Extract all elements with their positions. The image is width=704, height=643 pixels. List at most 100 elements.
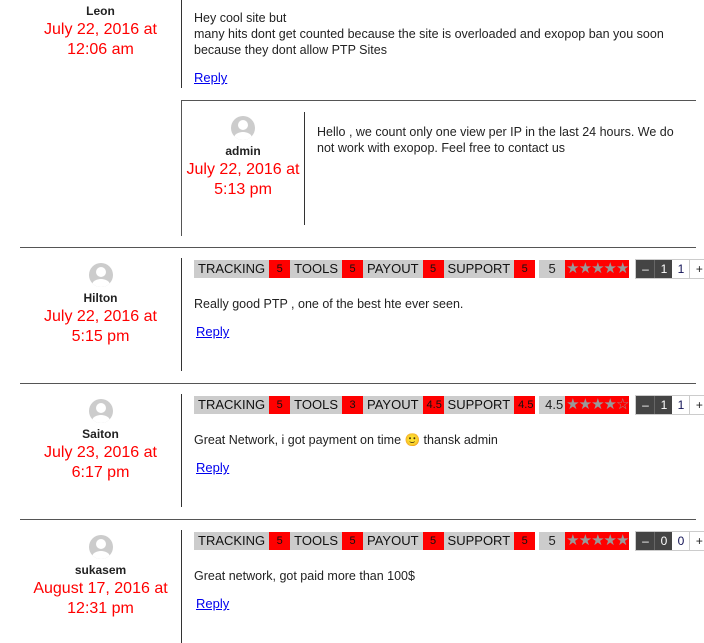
rating-average: 5	[539, 260, 566, 278]
comment-date[interactable]: July 22, 2016 at 5:15 pm	[20, 307, 181, 347]
comment-date[interactable]: August 17, 2016 at 12:31 pm	[20, 579, 181, 619]
comment-author: Hilton July 22, 2016 at 5:15 pm	[20, 258, 182, 371]
reply-link[interactable]: Reply	[194, 70, 227, 86]
star-full-icon: ★	[578, 532, 592, 549]
divider	[20, 519, 696, 520]
divider	[20, 247, 696, 248]
comment: admin July 22, 2016 at 5:13 pm Hello , w…	[182, 112, 690, 225]
star-full-icon: ★	[566, 532, 579, 549]
rating-label-tracking: TRACKING	[194, 396, 270, 414]
rating-label-tools: TOOLS	[290, 396, 343, 414]
comment-body: TRACKING 5 TOOLS 5 PAYOUT 5 SUPPORT 5 5 …	[182, 258, 704, 371]
star-full-icon: ★	[603, 260, 617, 277]
comment-date[interactable]: July 22, 2016 at 5:13 pm	[182, 160, 304, 200]
comment-text: Hello , we count only one view per IP in…	[317, 125, 674, 155]
vote-up-count: 1	[672, 396, 691, 414]
comment: sukasem August 17, 2016 at 12:31 pm TRAC…	[20, 530, 704, 643]
vote-down-count: 0	[654, 532, 673, 550]
comment-text: many hits dont get counted because the s…	[194, 27, 664, 57]
author-name: admin	[225, 144, 261, 158]
star-full-icon: ★	[591, 532, 604, 549]
star-full-icon: ★	[603, 396, 617, 413]
author-name: Saiton	[82, 427, 119, 441]
rating-value-tracking: 5	[269, 260, 291, 278]
vote-down-count: 1	[654, 396, 673, 414]
comment: Hilton July 22, 2016 at 5:15 pm TRACKING…	[20, 258, 704, 371]
vote-widget: – 1 1 +	[635, 395, 704, 415]
comment-text: Great Network, i got payment on time 🙂 t…	[194, 433, 498, 447]
vote-up-button[interactable]: +	[690, 260, 704, 278]
star-full-icon: ★	[566, 260, 579, 277]
vote-down-button[interactable]: –	[636, 532, 655, 550]
comment-body: Hello , we count only one view per IP in…	[305, 112, 690, 225]
star-rating: ★★★★★	[565, 532, 629, 550]
star-full-icon: ★	[615, 532, 629, 549]
star-full-icon: ★	[578, 396, 592, 413]
rating-bar: TRACKING 5 TOOLS 5 PAYOUT 5 SUPPORT 5 5 …	[194, 259, 704, 279]
comment-text: Great network, got paid more than 100$	[194, 569, 415, 583]
vote-widget: – 1 1 +	[635, 259, 704, 279]
rating-label-tools: TOOLS	[290, 532, 343, 550]
comment-text: Really good PTP , one of the best hte ev…	[194, 297, 464, 311]
avatar	[88, 263, 113, 287]
star-rating: ★★★★★	[565, 260, 629, 278]
rating-label-tracking: TRACKING	[194, 532, 270, 550]
author-name: Leon	[86, 4, 115, 18]
rating-label-support: SUPPORT	[443, 532, 515, 550]
comment: Leon July 22, 2016 at 12:06 am Hey cool …	[20, 0, 682, 88]
rating-value-tools: 3	[342, 396, 364, 414]
comment-body: TRACKING 5 TOOLS 3 PAYOUT 4.5 SUPPORT 4.…	[182, 394, 704, 507]
comment-text: Hey cool site but	[194, 11, 287, 25]
vote-up-count: 1	[672, 260, 691, 278]
vote-up-count: 0	[672, 532, 691, 550]
star-rating: ★★★★☆	[565, 396, 629, 414]
divider	[20, 383, 696, 384]
rating-value-payout: 4.5	[422, 396, 444, 414]
rating-label-tools: TOOLS	[290, 260, 343, 278]
comment-body: TRACKING 5 TOOLS 5 PAYOUT 5 SUPPORT 5 5 …	[182, 530, 704, 643]
rating-label-payout: PAYOUT	[363, 532, 423, 550]
comment-author: sukasem August 17, 2016 at 12:31 pm	[20, 530, 182, 643]
avatar	[88, 399, 113, 423]
rating-label-support: SUPPORT	[443, 396, 515, 414]
rating-average: 5	[539, 532, 566, 550]
star-full-icon: ★	[566, 396, 579, 413]
author-name: sukasem	[74, 563, 127, 577]
rating-bar: TRACKING 5 TOOLS 5 PAYOUT 5 SUPPORT 5 5 …	[194, 531, 704, 551]
comment-author: Leon July 22, 2016 at 12:06 am	[20, 0, 182, 88]
reply-link[interactable]: Reply	[196, 460, 229, 476]
rating-value-support: 5	[514, 532, 536, 550]
comment-body: Hey cool site but many hits dont get cou…	[182, 0, 682, 88]
vote-down-button[interactable]: –	[636, 260, 655, 278]
reply-link[interactable]: Reply	[196, 596, 229, 612]
rating-value-tracking: 5	[269, 532, 291, 550]
star-full-icon: ★	[615, 260, 629, 277]
comment-date[interactable]: July 22, 2016 at 12:06 am	[20, 20, 181, 60]
vote-up-button[interactable]: +	[690, 396, 704, 414]
rating-value-tools: 5	[342, 532, 364, 550]
reply-link[interactable]: Reply	[196, 324, 229, 340]
star-full-icon: ★	[578, 260, 592, 277]
rating-label-payout: PAYOUT	[363, 260, 423, 278]
rating-label-support: SUPPORT	[443, 260, 515, 278]
star-full-icon: ★	[603, 532, 617, 549]
author-name: Hilton	[83, 291, 118, 305]
vote-down-button[interactable]: –	[636, 396, 655, 414]
rating-label-tracking: TRACKING	[194, 260, 270, 278]
star-half-icon: ☆	[615, 396, 629, 413]
vote-widget: – 0 0 +	[635, 531, 704, 551]
vote-down-count: 1	[654, 260, 673, 278]
rating-value-support: 5	[514, 260, 536, 278]
comment-author: Saiton July 23, 2016 at 6:17 pm	[20, 394, 182, 507]
star-full-icon: ★	[591, 260, 604, 277]
rating-label-payout: PAYOUT	[363, 396, 423, 414]
avatar	[231, 116, 255, 140]
comment: Saiton July 23, 2016 at 6:17 pm TRACKING…	[20, 394, 704, 507]
rating-value-payout: 5	[422, 532, 444, 550]
avatar	[88, 535, 113, 559]
rating-value-support: 4.5	[514, 396, 536, 414]
comment-date[interactable]: July 23, 2016 at 6:17 pm	[20, 443, 181, 483]
rating-average: 4.5	[539, 396, 566, 414]
vote-up-button[interactable]: +	[690, 532, 704, 550]
rating-value-payout: 5	[422, 260, 444, 278]
